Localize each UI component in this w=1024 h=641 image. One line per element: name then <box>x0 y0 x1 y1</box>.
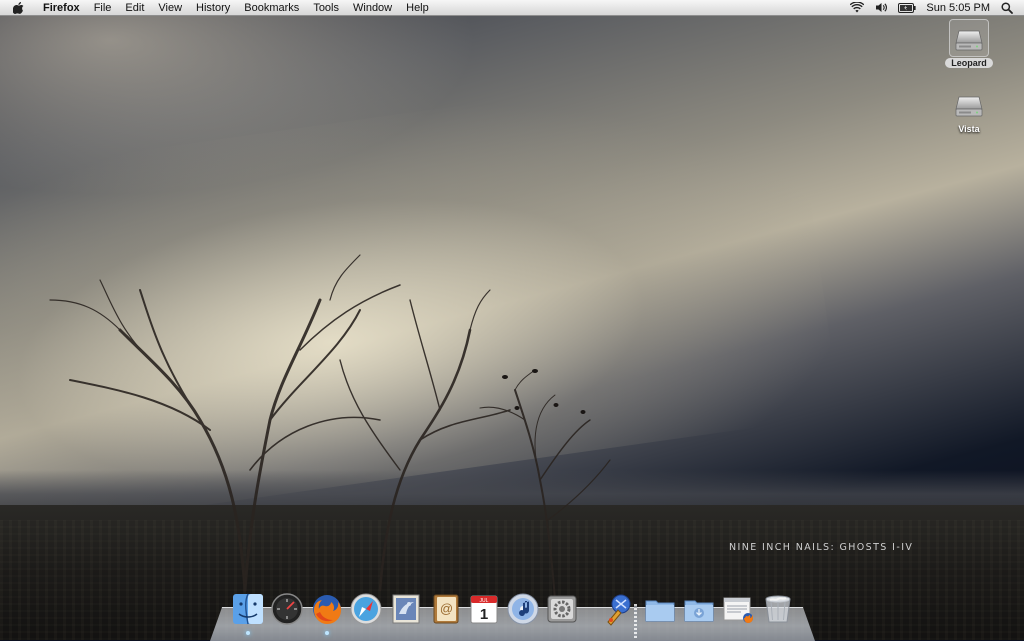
leopard-drive-label: Leopard <box>945 58 993 68</box>
battery-icon[interactable] <box>898 1 917 15</box>
dashboard-icon <box>271 593 303 625</box>
dock-itunes[interactable] <box>505 591 541 627</box>
dock-safari[interactable] <box>348 591 384 627</box>
dock-separator <box>634 604 637 638</box>
menu-bar-left: Firefox File Edit View History Bookmarks… <box>0 0 436 16</box>
ical-day: 1 <box>480 606 488 623</box>
dock-ical[interactable]: JUL 1 <box>466 591 502 627</box>
finder-icon <box>233 593 263 625</box>
address-book-icon: @ <box>433 594 459 624</box>
apple-menu[interactable] <box>0 1 36 14</box>
system-preferences-icon <box>547 595 577 623</box>
applications-folder-icon <box>607 594 631 626</box>
menu-app-name[interactable]: Firefox <box>36 0 87 16</box>
apple-icon <box>12 1 23 14</box>
leopard-drive[interactable]: Leopard <box>944 19 994 68</box>
dock-mail[interactable] <box>388 591 424 627</box>
downloads-folder-icon <box>684 600 714 622</box>
menu-bookmarks[interactable]: Bookmarks <box>237 0 306 16</box>
menu-view[interactable]: View <box>151 0 189 16</box>
dock-applications[interactable] <box>601 591 637 627</box>
menu-bar-right: Sun 5:05 PM <box>850 1 1024 15</box>
dock-downloads[interactable] <box>681 591 717 627</box>
menu-window[interactable]: Window <box>346 0 399 16</box>
dock-finder[interactable] <box>230 591 266 635</box>
menu-clock[interactable]: Sun 5:05 PM <box>926 2 990 14</box>
menu-help[interactable]: Help <box>399 0 436 16</box>
trash-icon <box>765 595 791 623</box>
dock-dashboard[interactable] <box>269 591 305 627</box>
ical-icon: JUL 1 <box>470 595 498 624</box>
mail-icon <box>392 594 420 624</box>
hard-drive-icon <box>950 86 988 122</box>
itunes-icon <box>507 593 539 625</box>
vista-drive-label: Vista <box>958 124 980 134</box>
firefox-icon <box>313 595 341 624</box>
menu-bar: Firefox File Edit View History Bookmarks… <box>0 0 1024 16</box>
dock-trash[interactable] <box>760 591 796 627</box>
firefox-running-indicator <box>325 631 329 635</box>
svg-text:@: @ <box>440 601 453 616</box>
volume-icon[interactable] <box>874 1 888 15</box>
menu-tools[interactable]: Tools <box>306 0 346 16</box>
wifi-icon[interactable] <box>850 1 865 15</box>
menu-file[interactable]: File <box>87 0 119 16</box>
desktop: NINE INCH NAILS: GHOSTS I-IV <box>0 0 1024 640</box>
safari-icon <box>350 593 382 625</box>
spotlight-icon[interactable] <box>1000 1 1014 15</box>
dock-downloads-stack[interactable] <box>720 591 756 627</box>
dock-system-preferences[interactable] <box>544 591 580 627</box>
vista-drive[interactable]: Vista <box>944 86 994 134</box>
hard-drive-icon <box>949 19 989 57</box>
ical-month: JUL <box>480 598 489 604</box>
downloads-stack-icon <box>723 597 753 623</box>
dock-address-book[interactable]: @ <box>427 591 463 627</box>
menu-history[interactable]: History <box>189 0 237 16</box>
menu-edit[interactable]: Edit <box>118 0 151 16</box>
wallpaper-caption: NINE INCH NAILS: GHOSTS I-IV <box>729 542 914 553</box>
finder-running-indicator <box>246 631 250 635</box>
dock-documents[interactable] <box>642 591 678 627</box>
documents-folder-icon <box>645 600 675 622</box>
dock-firefox[interactable] <box>309 591 345 635</box>
